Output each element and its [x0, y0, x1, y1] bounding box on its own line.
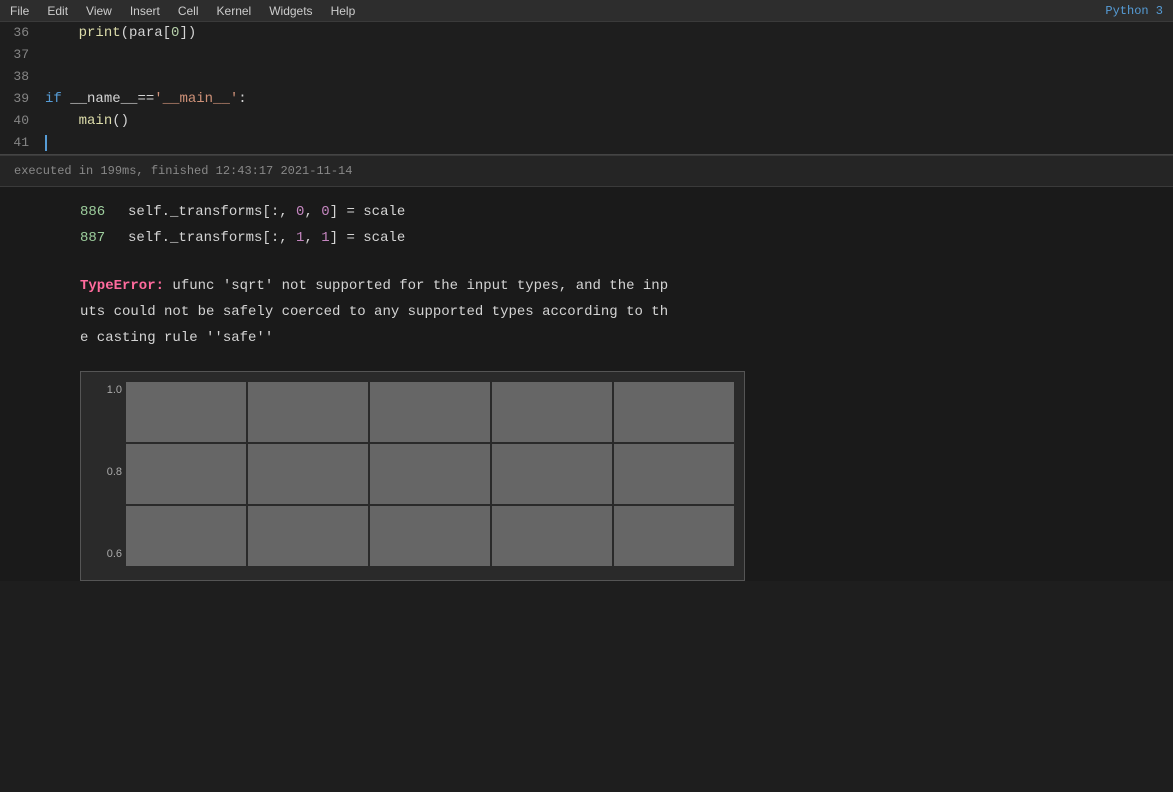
- execution-info: executed in 199ms, finished 12:43:17 202…: [0, 155, 1173, 187]
- menu-widgets[interactable]: Widgets: [269, 4, 312, 18]
- y-label-1.0: 1.0: [85, 384, 122, 396]
- chart-cell: [370, 382, 490, 442]
- error-line-3: e casting rule ''safe'': [80, 325, 1093, 351]
- menu-bar: File Edit View Insert Cell Kernel Widget…: [0, 0, 1173, 22]
- output-code-line-886: 886 self._transforms[:, 0, 0] = scale: [80, 199, 1173, 225]
- menu-view[interactable]: View: [86, 4, 112, 18]
- chart-cell: [248, 444, 368, 504]
- menu-kernel[interactable]: Kernel: [217, 4, 252, 18]
- output-line-content-886: self._transforms[:, 0, 0] = scale: [128, 199, 405, 225]
- line-content-41: [45, 132, 1173, 154]
- output-code-line-887: 887 self._transforms[:, 1, 1] = scale: [80, 225, 1173, 251]
- menu-cell[interactable]: Cell: [178, 4, 199, 18]
- y-label-0.6: 0.6: [85, 548, 122, 560]
- chart-y-axis: 1.0 0.8 0.6: [81, 372, 126, 580]
- line-number-36: 36: [0, 22, 45, 44]
- chart-cell: [126, 444, 246, 504]
- chart-cell: [248, 506, 368, 566]
- line-number-39: 39: [0, 88, 45, 110]
- chart-cell: [126, 382, 246, 442]
- chart-cell: [370, 444, 490, 504]
- output-code-block: 886 self._transforms[:, 0, 0] = scale 88…: [0, 187, 1173, 263]
- code-line-40: 40 main(): [0, 110, 1173, 132]
- output-line-num-886: 886: [80, 199, 120, 225]
- chart-cell: [248, 382, 368, 442]
- menu-insert[interactable]: Insert: [130, 4, 160, 18]
- line-number-41: 41: [0, 132, 45, 154]
- error-text-2: uts could not be safely coerced to any s…: [80, 304, 668, 320]
- chart-row-3: [126, 506, 734, 566]
- chart-cell: [614, 506, 734, 566]
- error-line-1: TypeError: ufunc 'sqrt' not supported fo…: [80, 273, 1093, 299]
- code-line-39: 39 if __name__=='__main__':: [0, 88, 1173, 110]
- error-block: TypeError: ufunc 'sqrt' not supported fo…: [0, 263, 1173, 371]
- line-content-40: main(): [45, 110, 1173, 132]
- kernel-indicator: Python 3: [1105, 4, 1163, 18]
- menu-file[interactable]: File: [10, 4, 29, 18]
- line-content-36: print(para[0]): [45, 22, 1173, 44]
- chart-container: 1.0 0.8 0.6: [80, 371, 745, 581]
- chart-cell: [614, 382, 734, 442]
- line-content-38: [45, 66, 1173, 88]
- error-keyword: TypeError:: [80, 278, 164, 294]
- code-editor[interactable]: 36 print(para[0]) 37 38 39 if __name__==…: [0, 22, 1173, 155]
- error-text-1: ufunc 'sqrt' not supported for the input…: [172, 278, 668, 294]
- error-line-2: uts could not be safely coerced to any s…: [80, 299, 1093, 325]
- line-content-39: if __name__=='__main__':: [45, 88, 1173, 110]
- line-number-40: 40: [0, 110, 45, 132]
- code-line-36: 36 print(para[0]): [0, 22, 1173, 44]
- line-number-37: 37: [0, 44, 45, 66]
- chart-cell: [492, 382, 612, 442]
- error-text-3: e casting rule ''safe'': [80, 330, 273, 346]
- code-line-41: 41: [0, 132, 1173, 154]
- code-line-38: 38: [0, 66, 1173, 88]
- output-area: executed in 199ms, finished 12:43:17 202…: [0, 155, 1173, 581]
- chart-cell: [126, 506, 246, 566]
- menu-edit[interactable]: Edit: [47, 4, 68, 18]
- code-line-37: 37: [0, 44, 1173, 66]
- chart-cell: [370, 506, 490, 566]
- menu-help[interactable]: Help: [331, 4, 356, 18]
- output-line-num-887: 887: [80, 225, 120, 251]
- chart-cell: [492, 506, 612, 566]
- chart-row-1: [126, 382, 734, 442]
- output-line-content-887: self._transforms[:, 1, 1] = scale: [128, 225, 405, 251]
- chart-cell: [614, 444, 734, 504]
- chart-cell: [492, 444, 612, 504]
- line-number-38: 38: [0, 66, 45, 88]
- chart-row-2: [126, 444, 734, 504]
- line-content-37: [45, 44, 1173, 66]
- chart-grid: [126, 382, 734, 562]
- y-label-0.8: 0.8: [85, 466, 122, 478]
